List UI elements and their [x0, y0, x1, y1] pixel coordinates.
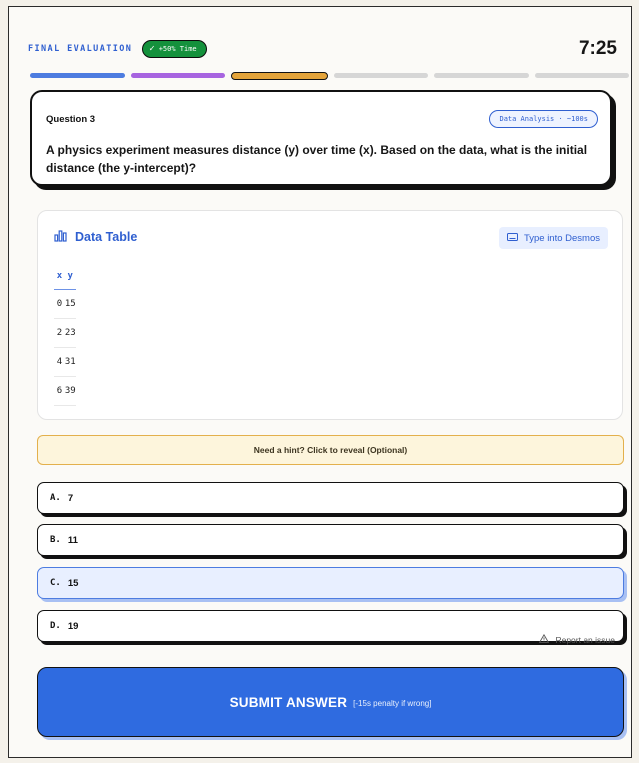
table-row: 2 23 — [54, 318, 76, 348]
option-letter: B. — [50, 535, 61, 545]
table-cell-y: 23 — [64, 318, 76, 348]
question-card: Question 3 Data Analysis · ~100s A physi… — [30, 90, 612, 186]
progress-segment-3-current — [231, 72, 328, 80]
option-letter: C. — [50, 578, 61, 588]
table-cell-x: 4 — [54, 347, 65, 377]
time-bonus-badge: ✓ +50% Time — [142, 40, 207, 58]
warning-icon — [539, 633, 550, 645]
report-issue-link[interactable]: Report an issue — [539, 633, 615, 645]
table-row: 4 31 — [54, 347, 76, 377]
progress-segment-6 — [534, 73, 629, 78]
table-header-row: x y — [54, 263, 76, 290]
data-table: x y 0 15 2 23 4 31 6 39 — [54, 263, 76, 406]
type-into-desmos-label: Type into Desmos — [523, 232, 600, 244]
bar-chart-icon — [54, 229, 67, 245]
keyboard-icon — [506, 232, 518, 244]
option-letter: D. — [50, 621, 61, 631]
page-title: FINAL EVALUATION — [28, 44, 133, 54]
option-value: 15 — [67, 577, 79, 589]
reveal-hint-button[interactable]: Need a hint? Click to reveal (Optional) — [37, 435, 624, 465]
table-row: 0 15 — [54, 289, 76, 319]
table-cell-y: 15 — [64, 289, 76, 319]
progress-segment-1 — [30, 73, 125, 78]
table-cell-y: 31 — [64, 347, 76, 377]
type-into-desmos-button[interactable]: Type into Desmos — [498, 227, 608, 249]
header: FINAL EVALUATION ✓ +50% Time 7:25 — [28, 36, 617, 62]
option-value: 7 — [67, 492, 74, 504]
submit-penalty-note: [-15s penalty if wrong] — [353, 698, 432, 708]
progress-segment-2 — [130, 73, 225, 78]
question-text: A physics experiment measures distance (… — [46, 143, 588, 175]
time-bonus-label: +50% Time — [158, 45, 197, 53]
answer-option-c[interactable]: C. 15 — [37, 567, 624, 599]
table-row: 6 39 — [54, 376, 76, 406]
countdown-timer: 7:25 — [578, 38, 617, 59]
column-header-x: x — [54, 263, 65, 290]
answer-option-a[interactable]: A. 7 — [37, 482, 624, 514]
report-issue-label: Report an issue — [555, 634, 615, 645]
data-table-header: Data Table — [54, 229, 137, 245]
data-table-card: Data Table Type into Desmos x y 0 15 2 2… — [37, 210, 623, 420]
column-header-y: y — [64, 263, 76, 290]
data-table-title: Data Table — [75, 230, 138, 244]
check-icon: ✓ — [149, 44, 155, 54]
option-value: 19 — [67, 620, 79, 632]
table-cell-y: 39 — [64, 376, 76, 406]
progress-segment-5 — [434, 73, 529, 78]
answer-option-d[interactable]: D. 19 — [37, 610, 624, 642]
progress-bar — [30, 72, 629, 80]
table-cell-x: 6 — [54, 376, 65, 406]
submit-answer-button[interactable]: SUBMIT ANSWER [-15s penalty if wrong] — [37, 667, 624, 737]
option-value: 11 — [67, 534, 78, 546]
option-letter: A. — [50, 493, 61, 503]
answer-option-b[interactable]: B. 11 — [37, 524, 624, 556]
question-category-tag: Data Analysis · ~100s — [489, 110, 598, 128]
table-cell-x: 0 — [54, 289, 65, 319]
table-cell-x: 2 — [54, 318, 65, 348]
progress-segment-4 — [333, 73, 428, 78]
submit-label: SUBMIT ANSWER — [229, 694, 348, 710]
